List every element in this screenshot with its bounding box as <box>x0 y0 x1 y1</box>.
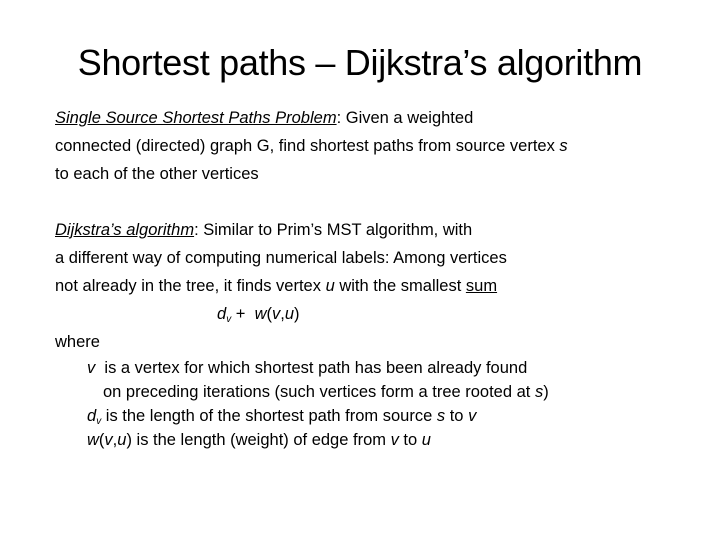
problem-term: Single Source Shortest Paths Problem <box>55 109 337 127</box>
formula-d: d <box>217 305 227 323</box>
formula-paren-close: ) <box>294 305 300 323</box>
var-v: v <box>468 407 477 425</box>
var-d: d <box>87 407 97 425</box>
var-s: s <box>559 137 568 155</box>
formula-plus: + <box>231 305 255 323</box>
algorithm-line-2: a different way of computing numerical l… <box>55 249 507 267</box>
slide-title: Shortest paths – Dijkstra’s algorithm <box>77 42 643 83</box>
algorithm-text: : Similar to Prim’s MST algorithm, with <box>194 221 473 239</box>
algorithm-text-3a: not already in the tree, it finds vertex <box>55 277 326 295</box>
algorithm-line-3: not already in the tree, it finds vertex… <box>55 272 695 300</box>
var-v: v <box>104 431 113 449</box>
problem-text-2: connected (directed) graph G, find short… <box>55 137 560 155</box>
paren-close: ) <box>543 383 549 401</box>
formula-v: v <box>272 305 281 323</box>
where-item-1-cont: on preceding iterations (such vertices f… <box>55 380 695 404</box>
problem-text: : Given a weighted <box>336 109 474 127</box>
var-s: s <box>436 407 446 425</box>
algorithm-line-1: Dijkstra’s algorithm: Similar to Prim’s … <box>55 216 695 244</box>
where-item-1: v is a vertex for which shortest path ha… <box>55 356 695 380</box>
algorithm-text-3b: with the smallest <box>334 277 466 295</box>
var-u: u <box>325 277 335 295</box>
where-item-3-text: ) is the length (weight) of edge from <box>126 431 391 449</box>
problem-line-1: Single Source Shortest Paths Problem: Gi… <box>55 104 695 132</box>
where-item-1-text: is a vertex for which shortest path has … <box>95 359 528 377</box>
formula-u: u <box>284 305 295 323</box>
var-w: w <box>87 431 99 449</box>
where-item-2: d v is the length of the shortest path fr… <box>55 404 695 428</box>
slide-body: Single Source Shortest Paths Problem: Gi… <box>55 104 695 452</box>
var-v: v <box>390 431 399 449</box>
formula-w: w <box>254 305 267 323</box>
formula: dv + w(v,u) <box>55 300 695 328</box>
problem-line-2: connected (directed) graph G, find short… <box>55 132 695 160</box>
where-item-3: w(v,u) is the length (weight) of edge fr… <box>55 428 695 452</box>
where-item-3-to: to <box>398 431 422 449</box>
algorithm-term: Dijkstra’s algorithm <box>55 221 195 239</box>
sum-word: sum <box>465 277 498 295</box>
problem-line-3: to each of the other vertices <box>55 165 259 183</box>
where-item-1-cont-text: on preceding iterations (such vertices f… <box>103 383 535 401</box>
var-s: s <box>534 383 544 401</box>
where-label: where <box>55 333 100 351</box>
var-v: v <box>87 359 96 377</box>
var-u: u <box>421 431 431 449</box>
where-item-2-to: to <box>445 407 469 425</box>
where-item-2-text: is the length of the shortest path from … <box>101 407 437 425</box>
